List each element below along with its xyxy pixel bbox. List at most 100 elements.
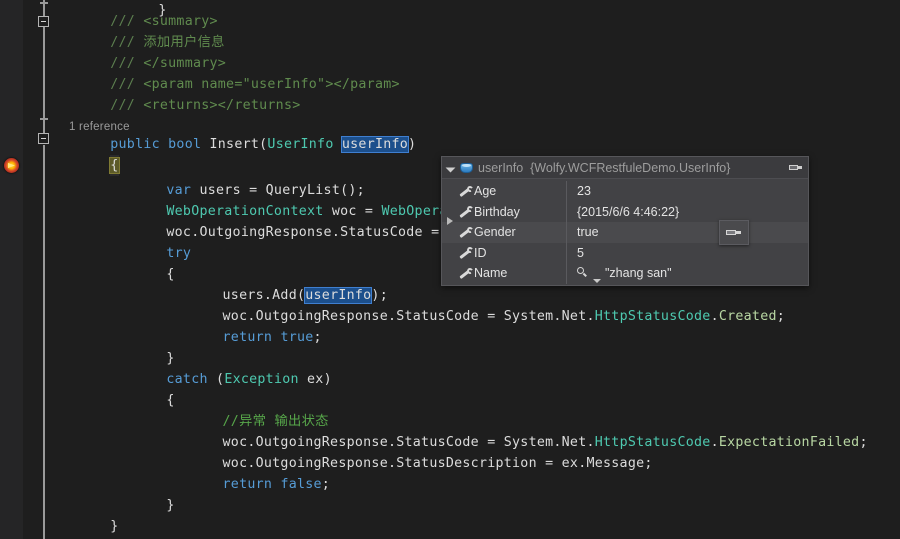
datatip-row-value: 23 — [577, 184, 591, 199]
code-token: ); — [371, 288, 388, 303]
datatip-title: userInfo {Wolfy.WCFRestfuleDemo.UserInfo… — [478, 161, 786, 175]
datatip-header[interactable]: userInfo {Wolfy.WCFRestfuleDemo.UserInfo… — [442, 157, 808, 179]
glyph-margin[interactable] — [0, 0, 23, 539]
code-token: woc.OutgoingResponse.StatusDescription =… — [222, 456, 653, 471]
code-token: woc.OutgoingResponse.StatusCode = System… — [222, 309, 595, 324]
code-token: ; — [776, 309, 786, 324]
code-token: false — [280, 477, 322, 492]
object-icon — [460, 162, 474, 174]
code-token: } — [166, 351, 175, 366]
code-token: var — [166, 183, 200, 198]
code-line: //异常 输出状态 — [223, 411, 329, 432]
code-token: 添加用户信息 — [143, 35, 225, 50]
code-token: UserInfo — [267, 137, 342, 152]
code-token: ) — [408, 137, 417, 152]
code-token: return — [222, 477, 281, 492]
debugger-datatip[interactable]: userInfo {Wolfy.WCFRestfuleDemo.UserInfo… — [441, 156, 809, 286]
code-token: ; — [859, 435, 868, 450]
code-line: } — [110, 516, 118, 537]
code-token: { — [166, 267, 175, 282]
datatip-row-value-cell[interactable]: 23 — [566, 181, 808, 202]
selected-identifier[interactable]: userInfo — [340, 136, 410, 153]
fold-guideline — [43, 27, 45, 137]
code-token: catch — [166, 372, 217, 387]
code-line: woc.OutgoingResponse.StatusCode = System… — [223, 306, 786, 327]
code-line: /// 添加用户信息 — [110, 32, 224, 53]
code-line: woc.OutgoingResponse.StatusCode = System… — [223, 432, 868, 453]
code-token: bool — [168, 137, 210, 152]
code-token: Created — [718, 309, 777, 324]
datatip-row[interactable]: Gender true — [442, 222, 808, 243]
code-token: <summary> — [143, 14, 218, 29]
datatip-row-value-cell[interactable]: true — [566, 222, 808, 243]
code-token: { — [166, 393, 175, 408]
code-token: WebOperationContext — [166, 204, 324, 219]
code-line: return true; — [223, 327, 322, 348]
code-token: users = QueryList(); — [199, 183, 365, 198]
datatip-row-name: Age — [474, 184, 497, 199]
code-token: } — [110, 519, 119, 534]
code-line: /// <summary> — [110, 11, 218, 32]
code-line: } — [166, 348, 174, 369]
code-editor[interactable]: 1 reference }/// <summary>/// 添加用户信息/// … — [0, 0, 900, 539]
code-token: </summary> — [143, 56, 227, 71]
fold-toggle-method[interactable] — [38, 133, 49, 144]
code-line: return false; — [223, 474, 331, 495]
datatip-row-value: true — [577, 225, 599, 240]
code-token: ExpectationFailed — [718, 435, 860, 450]
code-token: users.Add( — [222, 288, 306, 303]
code-token: /// — [110, 35, 144, 50]
selected-identifier[interactable]: userInfo — [304, 287, 373, 304]
breakpoint-current-statement-icon[interactable] — [4, 158, 19, 173]
code-line: WebOperationContext woc = WebOpera — [166, 201, 447, 222]
property-wrench-icon — [457, 225, 474, 239]
fold-guideline — [43, 145, 45, 539]
code-token: woc.OutgoingResponse.StatusCode = System… — [222, 435, 595, 450]
code-token: true — [280, 330, 314, 345]
datatip-row[interactable]: ID 5 — [442, 242, 808, 263]
outlining-margin[interactable] — [34, 0, 56, 539]
code-line: woc.OutgoingResponse.StatusCode = — [166, 222, 447, 243]
pin-icon[interactable] — [786, 160, 804, 175]
code-token: Exception — [224, 372, 299, 387]
code-token: <param name="userInfo"></param> — [143, 77, 400, 92]
datatip-row[interactable]: Age 23 — [442, 181, 808, 202]
datatip-row[interactable]: Birthday {2015/6/6 4:46:22} — [442, 201, 808, 225]
datatip-row-value-cell[interactable]: "zhang san" — [566, 263, 808, 284]
property-wrench-icon — [457, 205, 474, 219]
code-token: { — [109, 157, 120, 174]
code-token: WebOpera — [381, 204, 448, 219]
code-token: . — [710, 435, 719, 450]
property-wrench-icon — [457, 246, 474, 260]
code-token: public — [110, 137, 169, 152]
fold-toggle-summary[interactable] — [38, 16, 49, 27]
datatip-row-value: 5 — [577, 245, 584, 260]
code-line: /// <param name="userInfo"></param> — [110, 74, 400, 95]
datatip-row-value-cell[interactable]: 5 — [566, 242, 808, 263]
property-wrench-icon — [457, 266, 474, 280]
code-token: woc.OutgoingResponse.StatusCode = — [166, 225, 448, 240]
code-line: catch (Exception ex) — [166, 369, 331, 390]
expander-triangle-icon[interactable] — [445, 161, 458, 174]
datatip-row[interactable]: Name "zhang san" — [442, 263, 808, 284]
datatip-type: {Wolfy.WCFRestfuleDemo.UserInfo} — [530, 160, 731, 175]
code-line: /// <returns></returns> — [110, 95, 300, 116]
code-token: Insert( — [209, 137, 268, 152]
magnifier-icon[interactable] — [577, 267, 589, 279]
code-token: return — [222, 330, 281, 345]
row-pin-icon[interactable] — [719, 220, 749, 245]
datatip-row-name: Birthday — [474, 204, 520, 219]
code-token: woc = — [323, 204, 382, 219]
code-token: ex) — [298, 372, 332, 387]
code-token: HttpStatusCode — [594, 309, 711, 324]
code-token: /// — [110, 77, 144, 92]
code-line: var users = QueryList(); — [166, 180, 365, 201]
datatip-row-value-cell[interactable]: {2015/6/6 4:46:22} — [566, 201, 808, 222]
fold-tick — [40, 118, 48, 120]
code-token: <returns></returns> — [143, 98, 301, 113]
code-line: { — [109, 155, 120, 177]
datatip-expression: userInfo — [478, 160, 524, 175]
code-token: ; — [321, 477, 331, 492]
code-token: . — [710, 309, 719, 324]
code-token: /// — [110, 98, 144, 113]
